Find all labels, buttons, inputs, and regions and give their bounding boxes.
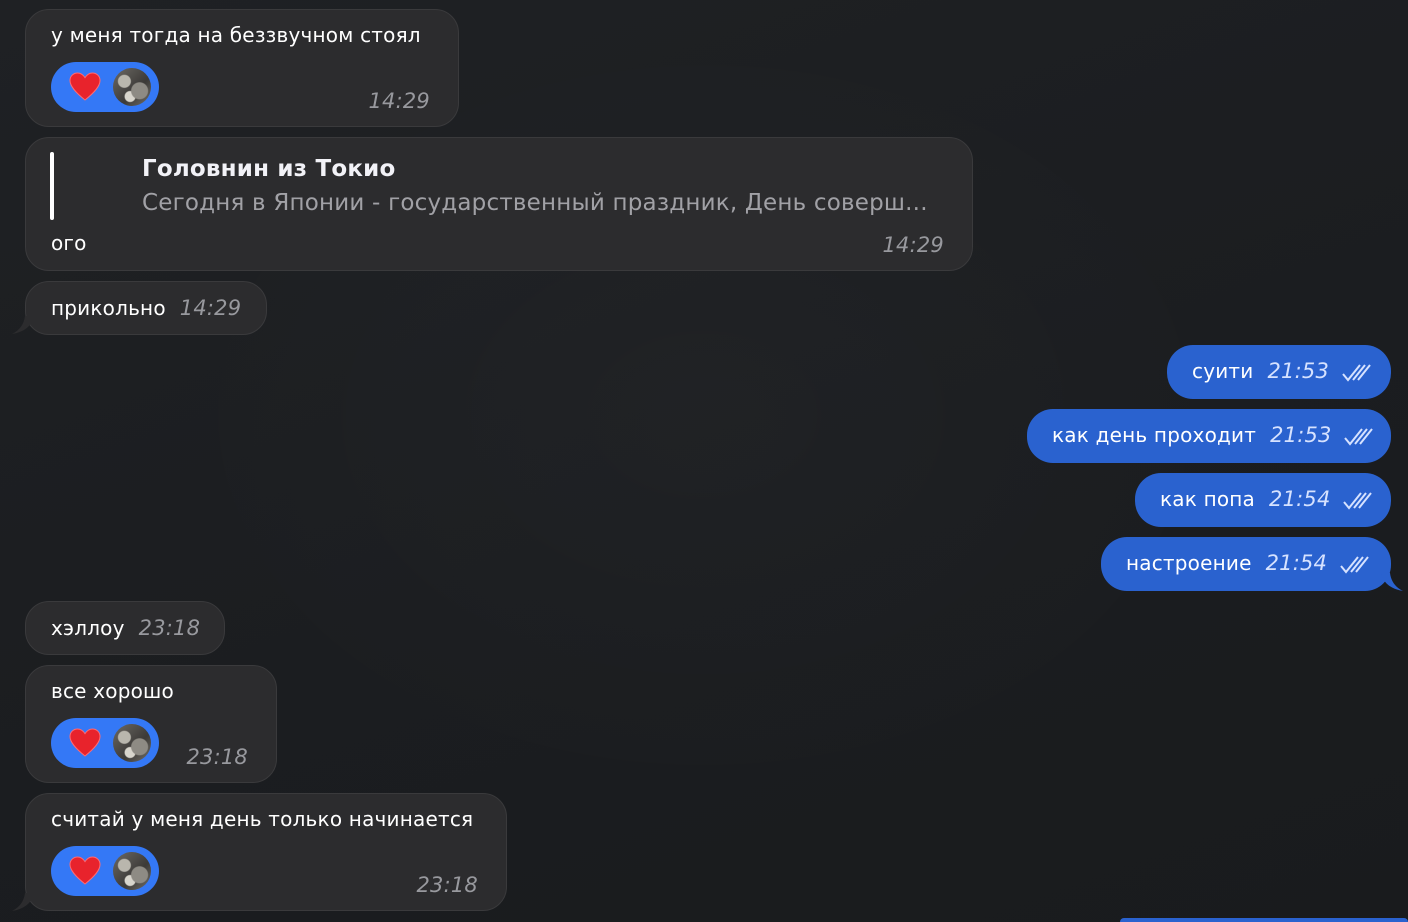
message-time: 14:29 bbox=[179, 296, 242, 320]
message-text: все хорошо bbox=[51, 679, 174, 703]
bubble-tail bbox=[12, 893, 34, 911]
message-body: хэллоу bbox=[51, 616, 125, 640]
outgoing-message[interactable]: суити 21:53 bbox=[1167, 345, 1391, 399]
avatar bbox=[113, 68, 151, 106]
quote-title: Головнин из Токио bbox=[142, 156, 396, 182]
heart-icon bbox=[69, 856, 101, 885]
outgoing-message[interactable]: как попа 21:54 bbox=[1135, 473, 1391, 527]
message-time: 23:18 bbox=[138, 616, 201, 640]
message-text: ого bbox=[51, 231, 87, 255]
quote-bar bbox=[50, 152, 54, 220]
message-time: 21:54 bbox=[1269, 487, 1331, 511]
avatar bbox=[113, 852, 151, 890]
double-check-icon bbox=[1339, 555, 1369, 574]
message-body: суити bbox=[1192, 359, 1254, 383]
message-time: 21:53 bbox=[1267, 359, 1330, 383]
message-text: как день проходит 21:53 bbox=[1052, 422, 1374, 448]
outgoing-message[interactable]: настроение 21:54 bbox=[1101, 537, 1391, 591]
heart-icon bbox=[69, 728, 101, 757]
message-text: у меня тогда на беззвучном стоял bbox=[51, 23, 421, 47]
avatar bbox=[113, 724, 151, 762]
message-text: прикольно 14:29 bbox=[51, 295, 241, 321]
message-time: 14:29 bbox=[368, 89, 430, 113]
incoming-message[interactable]: хэллоу 23:18 bbox=[25, 601, 225, 655]
quote-text: Сегодня в Японии - государственный празд… bbox=[142, 190, 928, 216]
message-body: настроение bbox=[1126, 551, 1252, 575]
incoming-message[interactable]: Головнин из Токио Сегодня в Японии - гос… bbox=[25, 137, 973, 271]
double-check-icon bbox=[1341, 363, 1371, 382]
incoming-message[interactable]: прикольно 14:29 bbox=[25, 281, 267, 335]
message-body: как попа bbox=[1160, 487, 1256, 511]
incoming-message[interactable]: у меня тогда на беззвучном стоял 14:29 bbox=[25, 9, 459, 127]
message-text: настроение 21:54 bbox=[1126, 550, 1370, 576]
message-time: 23:18 bbox=[186, 745, 248, 769]
incoming-message[interactable]: все хорошо 23:18 bbox=[25, 665, 277, 783]
bubble-tail bbox=[1381, 573, 1403, 591]
message-time: 21:54 bbox=[1265, 551, 1328, 575]
next-outgoing-message-edge bbox=[1120, 918, 1408, 922]
outgoing-message[interactable]: как день проходит 21:53 bbox=[1027, 409, 1391, 463]
message-time: 21:53 bbox=[1270, 423, 1332, 447]
message-text: хэллоу 23:18 bbox=[51, 615, 200, 641]
message-time: 23:18 bbox=[416, 873, 478, 897]
message-time: 14:29 bbox=[882, 233, 944, 257]
message-text: суити 21:53 bbox=[1192, 358, 1372, 384]
reaction-pill[interactable] bbox=[51, 62, 159, 112]
bubble-tail bbox=[12, 316, 34, 334]
reaction-pill[interactable] bbox=[51, 846, 159, 896]
heart-icon bbox=[69, 72, 101, 101]
incoming-message[interactable]: считай у меня день только начинается 23:… bbox=[25, 793, 507, 911]
double-check-icon bbox=[1344, 427, 1373, 446]
message-text: как попа 21:54 bbox=[1160, 486, 1373, 512]
message-text: считай у меня день только начинается bbox=[51, 807, 474, 831]
reaction-pill[interactable] bbox=[51, 718, 159, 768]
message-body: как день проходит bbox=[1052, 423, 1257, 447]
message-body: прикольно bbox=[51, 296, 166, 320]
double-check-icon bbox=[1343, 491, 1372, 510]
